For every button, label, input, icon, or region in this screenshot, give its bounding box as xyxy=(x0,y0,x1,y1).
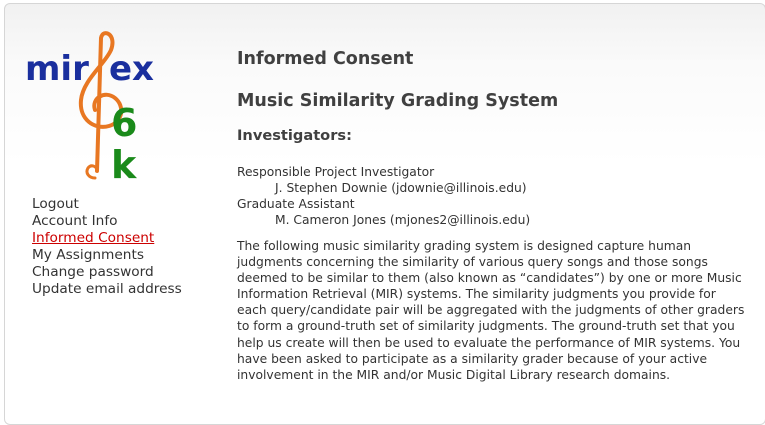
investigators-heading: Investigators: xyxy=(237,127,352,144)
logo-text-ex: ex xyxy=(109,49,154,89)
nav-logout[interactable]: Logout xyxy=(32,196,182,213)
nav-change-password[interactable]: Change password xyxy=(32,264,182,281)
nav-my-assignments[interactable]: My Assignments xyxy=(32,247,182,264)
sidebar-nav: Logout Account Info Informed Consent My … xyxy=(32,196,182,298)
logo-letter-k: k xyxy=(111,143,137,187)
logo-text-mir: mir xyxy=(25,49,89,89)
logo-digit-6: 6 xyxy=(111,101,137,145)
page-frame: mir ex 6 k Logout Account Info Informed … xyxy=(4,3,765,425)
role-label: Responsible Project Investigator xyxy=(237,165,435,179)
role-label: Graduate Assistant xyxy=(237,197,355,211)
page-subtitle: Music Similarity Grading System xyxy=(237,91,559,111)
consent-paragraph: The following music similarity grading s… xyxy=(237,239,745,382)
person-name: M. Cameron Jones (mjones2@illinois.edu) xyxy=(275,213,531,227)
mirex-logo[interactable]: mir ex 6 k xyxy=(25,28,185,188)
page-title: Informed Consent xyxy=(237,49,414,69)
nav-account-info[interactable]: Account Info xyxy=(32,213,182,230)
nav-informed-consent[interactable]: Informed Consent xyxy=(32,230,182,247)
person-name: J. Stephen Downie (jdownie@illinois.edu) xyxy=(275,181,527,195)
investigators-list: Responsible Project Investigator J. Step… xyxy=(237,164,530,228)
nav-update-email[interactable]: Update email address xyxy=(32,281,182,298)
